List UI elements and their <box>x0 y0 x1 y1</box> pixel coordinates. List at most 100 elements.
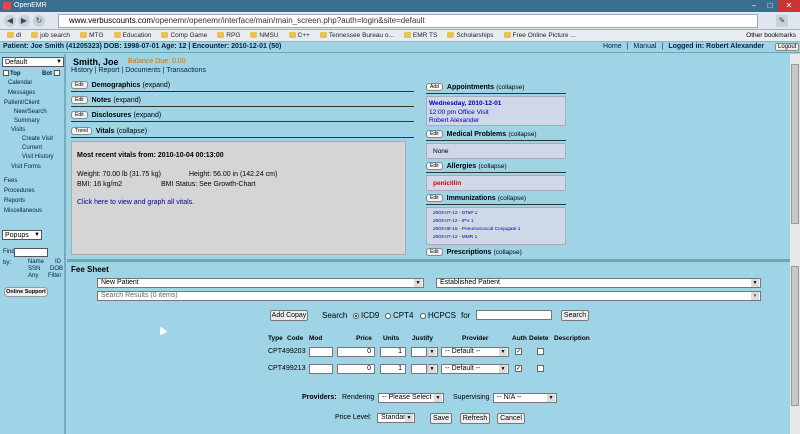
bookmark-item[interactable]: dl <box>3 30 25 41</box>
hcpcs-radio[interactable]: HCPCS <box>420 311 456 320</box>
trend-button[interactable]: Trend <box>71 127 92 135</box>
nav-item[interactable]: New/Search <box>14 109 47 115</box>
bookmark-item[interactable]: C++ <box>285 30 314 41</box>
rendering-select[interactable]: -- Please Select -- ▼ <box>378 393 444 403</box>
collapse-link[interactable]: (collapse) <box>496 84 524 91</box>
manual-link[interactable]: Manual <box>634 43 657 50</box>
expand-link[interactable]: (expand) <box>142 82 170 89</box>
find-by-dob[interactable]: DOB <box>50 266 63 272</box>
nav-item[interactable]: Reports <box>4 198 25 204</box>
justify-input[interactable] <box>411 347 427 357</box>
provider-select[interactable]: -- Default -- ▼ <box>441 364 509 374</box>
bookmark-item[interactable]: Comp Game <box>157 30 211 41</box>
bookmark-item[interactable]: Scholarships <box>443 30 497 41</box>
bookmark-item[interactable]: job search <box>27 30 74 41</box>
immunization-item[interactable]: 2003-08-15 - Pneumococcal Conjugate 1 <box>433 227 520 232</box>
nav-item[interactable]: Visit Forms <box>11 164 41 170</box>
patient-links[interactable]: History | Report | Documents | Transacti… <box>71 67 206 74</box>
mod-input[interactable] <box>309 364 333 374</box>
units-input[interactable]: 1 <box>380 364 406 374</box>
maximize-icon[interactable]: □ <box>762 0 778 12</box>
justify-select[interactable]: ▼ <box>428 364 438 374</box>
search-code-input[interactable] <box>476 310 552 320</box>
url-input[interactable]: www.verbuscounts.com/openemr/openemr/int… <box>58 14 758 28</box>
bookmark-item[interactable]: Education <box>110 30 156 41</box>
nav-item[interactable]: Visit History <box>22 154 54 160</box>
immunization-item[interactable]: 2003-07-12 - IPV 1 <box>433 219 474 224</box>
logout-button[interactable]: Logout <box>775 43 800 51</box>
edit-button[interactable]: Edit <box>71 111 88 119</box>
frame-divider[interactable] <box>67 259 790 262</box>
nav-item[interactable]: Procedures <box>4 188 35 194</box>
collapse-link[interactable]: (collapse) <box>117 128 147 135</box>
delete-checkbox[interactable] <box>537 348 544 355</box>
supervising-select[interactable]: -- N/A -- ▼ <box>493 393 557 403</box>
top-checkbox[interactable]: Top <box>3 70 21 77</box>
find-by-ssn[interactable]: SSN <box>28 266 40 272</box>
appt-date[interactable]: Wednesday, 2010-12-01 <box>429 100 501 107</box>
edit-button[interactable]: Edit <box>71 81 88 89</box>
expand-link[interactable]: (expand) <box>113 97 141 104</box>
scroll-thumb[interactable] <box>791 266 799 406</box>
bottom-frame-scrollbar[interactable] <box>790 260 800 434</box>
edit-button[interactable]: Edit <box>426 248 443 256</box>
units-input[interactable]: 1 <box>380 347 406 357</box>
back-icon[interactable]: ◀ <box>4 15 16 27</box>
bot-checkbox[interactable]: Bot <box>42 70 61 77</box>
justify-select[interactable]: ▼ <box>428 347 438 357</box>
online-support-button[interactable]: Online Support <box>4 287 48 297</box>
auth-checkbox[interactable]: ✓ <box>515 365 522 372</box>
immunization-item[interactable]: 2003-07-12 - DTaP 1 <box>433 211 477 216</box>
bookmark-item[interactable]: Tennessee Bureau o... <box>316 30 398 41</box>
find-by-id[interactable]: ID <box>55 259 61 265</box>
popups-select[interactable]: Popups ▼ <box>2 230 42 240</box>
mod-input[interactable] <box>309 347 333 357</box>
tab-title[interactable]: OpenEMR <box>14 2 47 9</box>
bookmark-item[interactable]: RPG <box>213 30 244 41</box>
minimize-icon[interactable]: – <box>746 0 762 12</box>
edit-button[interactable]: Edit <box>71 96 88 104</box>
find-input[interactable] <box>14 248 48 257</box>
forward-icon[interactable]: ▶ <box>18 15 30 27</box>
icd9-radio[interactable]: ICD9 <box>353 311 379 320</box>
justify-input[interactable] <box>411 364 427 374</box>
nav-item[interactable]: Fees <box>4 178 17 184</box>
bookmark-item[interactable]: NMSU <box>246 30 282 41</box>
auth-checkbox[interactable]: ✓ <box>515 348 522 355</box>
search-results-select[interactable]: Search Results (0 items) ▼ <box>97 291 761 301</box>
nav-item[interactable]: Messages <box>8 90 35 96</box>
nav-item[interactable]: Calendar <box>8 80 32 86</box>
search-button[interactable]: Search <box>561 310 589 321</box>
other-bookmarks[interactable]: Other bookmarks <box>746 30 796 42</box>
nav-item[interactable]: Visits <box>11 127 25 133</box>
bookmark-item[interactable]: MTG <box>76 30 107 41</box>
nav-item[interactable]: Miscellaneous <box>4 208 42 214</box>
price-input[interactable]: 0 <box>337 364 375 374</box>
reload-icon[interactable]: ↻ <box>33 15 45 27</box>
bookmark-item[interactable]: EMR TS <box>400 30 441 41</box>
add-copay-button[interactable]: Add Copay <box>270 310 308 321</box>
edit-button[interactable]: Edit <box>426 130 443 138</box>
nav-item[interactable]: Current <box>22 145 42 151</box>
find-by-any[interactable]: Any <box>28 273 38 279</box>
bookmark-item[interactable]: Free Online Picture ... <box>500 30 580 41</box>
immunization-item[interactable]: 2003-07-12 - MMR 1 <box>433 235 477 240</box>
edit-button[interactable]: Edit <box>426 194 443 202</box>
find-filter[interactable]: Filter <box>48 273 61 279</box>
cpt4-radio[interactable]: CPT4 <box>385 311 413 320</box>
view-select[interactable]: Default ▼ <box>2 57 64 67</box>
vitals-graph-link[interactable]: Click here to view and graph all vitals. <box>77 199 194 206</box>
collapse-link[interactable]: (collapse) <box>498 195 526 202</box>
scroll-thumb[interactable] <box>791 64 799 224</box>
collapse-link[interactable]: (collapse) <box>508 131 536 138</box>
edit-button[interactable]: Edit <box>426 162 443 170</box>
delete-checkbox[interactable] <box>537 365 544 372</box>
expand-link[interactable]: (expand) <box>134 112 162 119</box>
wrench-icon[interactable]: ✎ <box>776 15 788 27</box>
collapse-link[interactable]: (collapse) <box>478 163 506 170</box>
refresh-button[interactable]: Refresh <box>460 413 490 424</box>
price-level-select[interactable]: Standard ▼ <box>377 413 415 423</box>
nav-item[interactable]: Summary <box>14 118 40 124</box>
top-frame-scrollbar[interactable] <box>790 54 800 260</box>
nav-item[interactable]: Patient/Client <box>4 100 40 106</box>
